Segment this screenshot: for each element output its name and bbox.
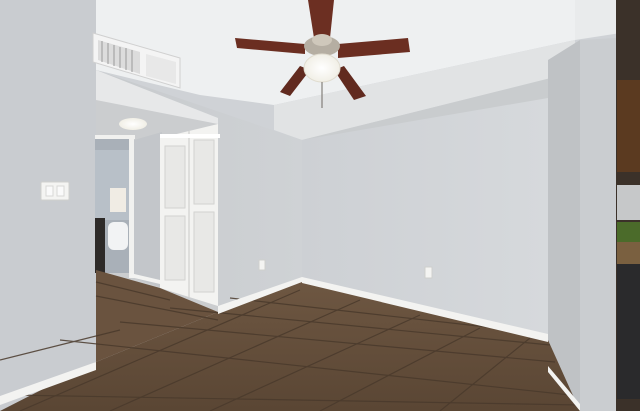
light-switch-plate[interactable] <box>40 181 70 201</box>
closet-bifold-doors[interactable] <box>160 124 220 306</box>
hall-ceiling-light <box>119 118 147 130</box>
wall-outlet-left <box>258 259 266 271</box>
plant <box>617 222 640 242</box>
wall-outlet-back <box>424 266 433 279</box>
room-photo <box>0 0 640 411</box>
toilet <box>108 222 128 250</box>
towel <box>110 188 126 212</box>
kitchen-cabinet <box>617 80 640 172</box>
kitchen-glimpse <box>616 0 640 411</box>
right-pillar <box>548 38 616 411</box>
fan-light-globe <box>303 53 341 83</box>
dishwasher <box>617 264 640 399</box>
